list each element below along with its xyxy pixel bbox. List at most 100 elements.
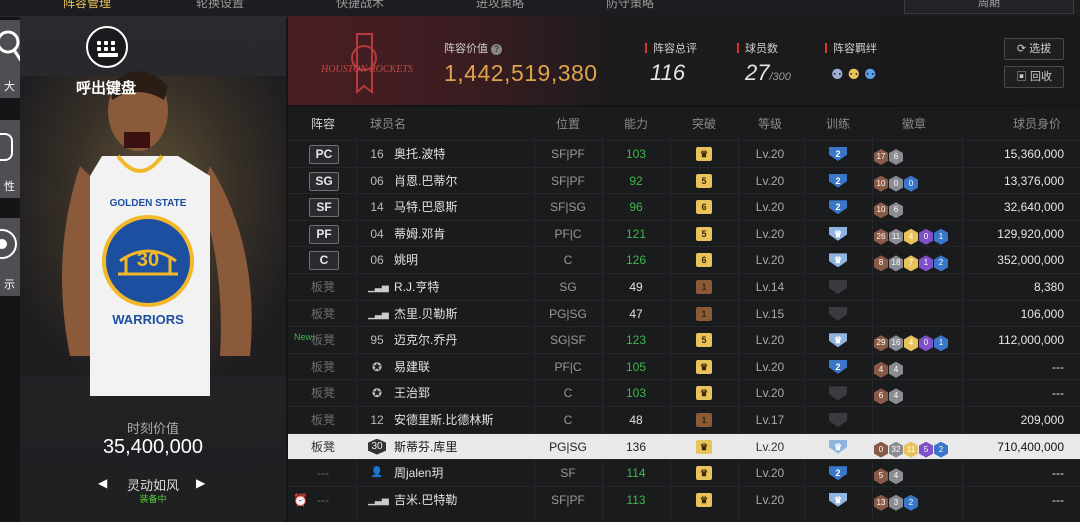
player-price: 352,000,000	[997, 253, 1064, 268]
badge-count: 32	[889, 441, 903, 458]
player-level: Lv.20	[755, 226, 785, 241]
badge-count: 1	[934, 228, 948, 245]
table-row[interactable]: ⏰ --- ▁▃▅ 吉米.巴特勒 SF|PF 113 ♛ Lv.20 ♛ 13 3 2 ---	[288, 485, 1080, 513]
crown-icon: ♛	[696, 439, 712, 454]
breakthrough-badge: 1	[696, 413, 712, 427]
player-position: SG|SF	[550, 333, 586, 348]
help-icon[interactable]: ?	[491, 44, 503, 55]
season-select[interactable]: 周期	[904, 0, 1074, 14]
select-button[interactable]: ⟳ 选拔	[1004, 38, 1064, 60]
table-row[interactable]: SG 06 肖恩.巴蒂尔 SF|PF 92 5 Lv.20 2 10 0 0 13,376,000	[288, 166, 1080, 194]
position-slot-badge[interactable]: C	[309, 251, 339, 271]
badge-count: 29	[874, 335, 888, 352]
recycle-icon: ▣	[1015, 71, 1027, 83]
player-name: 斯蒂芬.库里	[394, 439, 458, 454]
signal-icon: ▁▃▅	[368, 282, 389, 292]
player-price: 13,376,000	[1003, 173, 1064, 188]
player-name: 杰里.贝勒斯	[394, 306, 458, 321]
player-name: 吉米.巴特勒	[394, 492, 458, 507]
badge-count: 1	[934, 335, 948, 352]
badge-list: 64	[874, 385, 904, 405]
player-count: 27/300	[745, 60, 791, 85]
tab-rotation[interactable]: 轮换设置	[160, 0, 280, 16]
table-row[interactable]: 板凳 ✪ 易建联 PF|C 105 ♛ Lv.20 2 4 4 ---	[288, 352, 1080, 380]
table-row[interactable]: 板凳 30 斯蒂芬.库里 PG|SG 136 ♛ Lv.20 ♛ 0 32 11 5 2 710,400,…	[288, 432, 1080, 460]
player-ability: 105	[625, 359, 647, 374]
breakthrough-badge: 5	[696, 333, 712, 348]
badge-count: 5	[874, 468, 888, 485]
table-row[interactable]: 板凳 12 安德里斯.比德林斯 C 48 1 Lv.17 209,000	[288, 406, 1080, 433]
keyboard-label[interactable]: 呼出键盘	[76, 77, 136, 98]
player-price: 8,380	[1033, 280, 1064, 294]
bond-label: 阵容羁绊	[825, 40, 877, 56]
slot-label: 板凳	[310, 333, 335, 348]
rating-label: 阵容总评	[645, 40, 697, 56]
player-ability: 92	[629, 173, 643, 188]
col-level: 等级	[757, 117, 782, 131]
badge-list: 54	[874, 465, 904, 485]
badge-count: 11	[904, 441, 918, 458]
badge-count: 4	[889, 468, 903, 485]
breakthrough-badge: 1	[696, 306, 712, 321]
player-ability: 48	[629, 413, 643, 427]
col-slot: 阵容	[310, 117, 335, 131]
recycle-button[interactable]: ▣ 回收	[1004, 66, 1064, 88]
tab-defense[interactable]: 防守策略	[570, 0, 690, 16]
position-slot-badge[interactable]: SF	[309, 198, 339, 218]
player-ability: 123	[625, 333, 647, 348]
table-row[interactable]: PF 04 蒂姆.邓肯 PF|C 121 5 Lv.20 ♛ 26 11 4 0 1 129,920,00…	[288, 219, 1080, 247]
position-slot-badge[interactable]: PC	[309, 145, 339, 164]
jersey-number: 95	[370, 333, 384, 348]
table-row[interactable]: SF 14 马特.巴恩斯 SF|SG 96 6 Lv.20 2 10 6 32,640,000	[288, 193, 1080, 220]
player-name: 安德里斯.比德林斯	[394, 413, 494, 427]
table-row[interactable]: 板凳 ▁▃▅ 杰里.贝勒斯 PG|SG 47 1 Lv.15 106,000	[288, 299, 1080, 327]
player-ability: 121	[625, 226, 647, 241]
training-badge: ♛	[829, 439, 847, 454]
badge-list: 44	[874, 359, 904, 378]
player-level: Lv.20	[755, 253, 785, 268]
arrow-right-icon[interactable]: ▶	[196, 476, 205, 490]
player-position: SF|PF	[551, 173, 585, 188]
table-row[interactable]: C 06 姚明 C 126 6 Lv.20 ♛ 8 18 7 1 2 352,000,000	[288, 246, 1080, 273]
position-slot-badge[interactable]: SG	[309, 171, 339, 191]
slot-label: ---	[317, 466, 329, 481]
jersey-number: 06	[370, 253, 384, 268]
badge-count: 2	[934, 255, 948, 272]
col-ability: 能力	[623, 117, 648, 131]
player-price: ---	[1052, 386, 1064, 401]
col-position: 位置	[555, 117, 580, 131]
table-header: 阵容 球员名 位置 能力 突破 等级 训练 徽章 球员身价	[288, 107, 1080, 137]
tab-tactics[interactable]: 快捷战术	[300, 0, 420, 16]
tab-offense[interactable]: 进攻策略	[440, 0, 560, 16]
player-level: Lv.20	[755, 173, 785, 188]
player-position: PG|SG	[549, 439, 587, 454]
person-icon: 👤	[370, 467, 384, 479]
badge-count: 0	[889, 175, 903, 192]
slot-label: 板凳	[310, 280, 335, 294]
player-name: R.J.亨特	[394, 280, 440, 294]
table-row[interactable]: New 板凳 95 迈克尔.乔丹 SG|SF 123 5 Lv.20 ♛ 29 16 4 0 1 112,0…	[288, 326, 1080, 353]
badge-count: 1	[919, 255, 933, 272]
badge-count: 8	[874, 255, 888, 272]
table-row[interactable]: --- 👤 周jalen玥 SF 114 ♛ Lv.20 2 5 4 ---	[288, 459, 1080, 486]
player-position: PG|SG	[549, 306, 587, 321]
table-row[interactable]: 板凳 ▁▃▅ R.J.亨特 SG 49 1 Lv.14 8,380	[288, 273, 1080, 300]
bond-icon: ⚉	[847, 66, 861, 82]
table-row[interactable]: 板凳 ✪ 王治郅 C 103 ♛ Lv.20 6 4 ---	[288, 379, 1080, 406]
position-slot-badge[interactable]: PF	[309, 224, 339, 244]
moment-value: 35,400,000	[102, 436, 204, 458]
player-ability: 96	[629, 200, 643, 215]
player-ability: 47	[629, 306, 643, 321]
side-button-label: 性	[4, 181, 15, 193]
training-badge: ♛	[829, 333, 847, 348]
player-price: 112,000,000	[998, 333, 1064, 348]
jersey-number: 14	[370, 200, 384, 215]
player-position: SF	[560, 466, 576, 481]
player-name: 蒂姆.邓肯	[394, 226, 446, 241]
table-row[interactable]: PC 16 奥托.波特 SF|PF 103 ♛ Lv.20 2 17 6 15,360,000	[288, 140, 1080, 167]
bond-icons[interactable]: ⚉ ⚉ ⚉	[831, 66, 876, 83]
svg-text:HOUSTON ROCKETS: HOUSTON ROCKETS	[320, 64, 413, 75]
player-ability: 114	[626, 466, 646, 481]
slot-label: 板凳	[310, 359, 335, 374]
keyboard-icon[interactable]	[86, 26, 128, 68]
